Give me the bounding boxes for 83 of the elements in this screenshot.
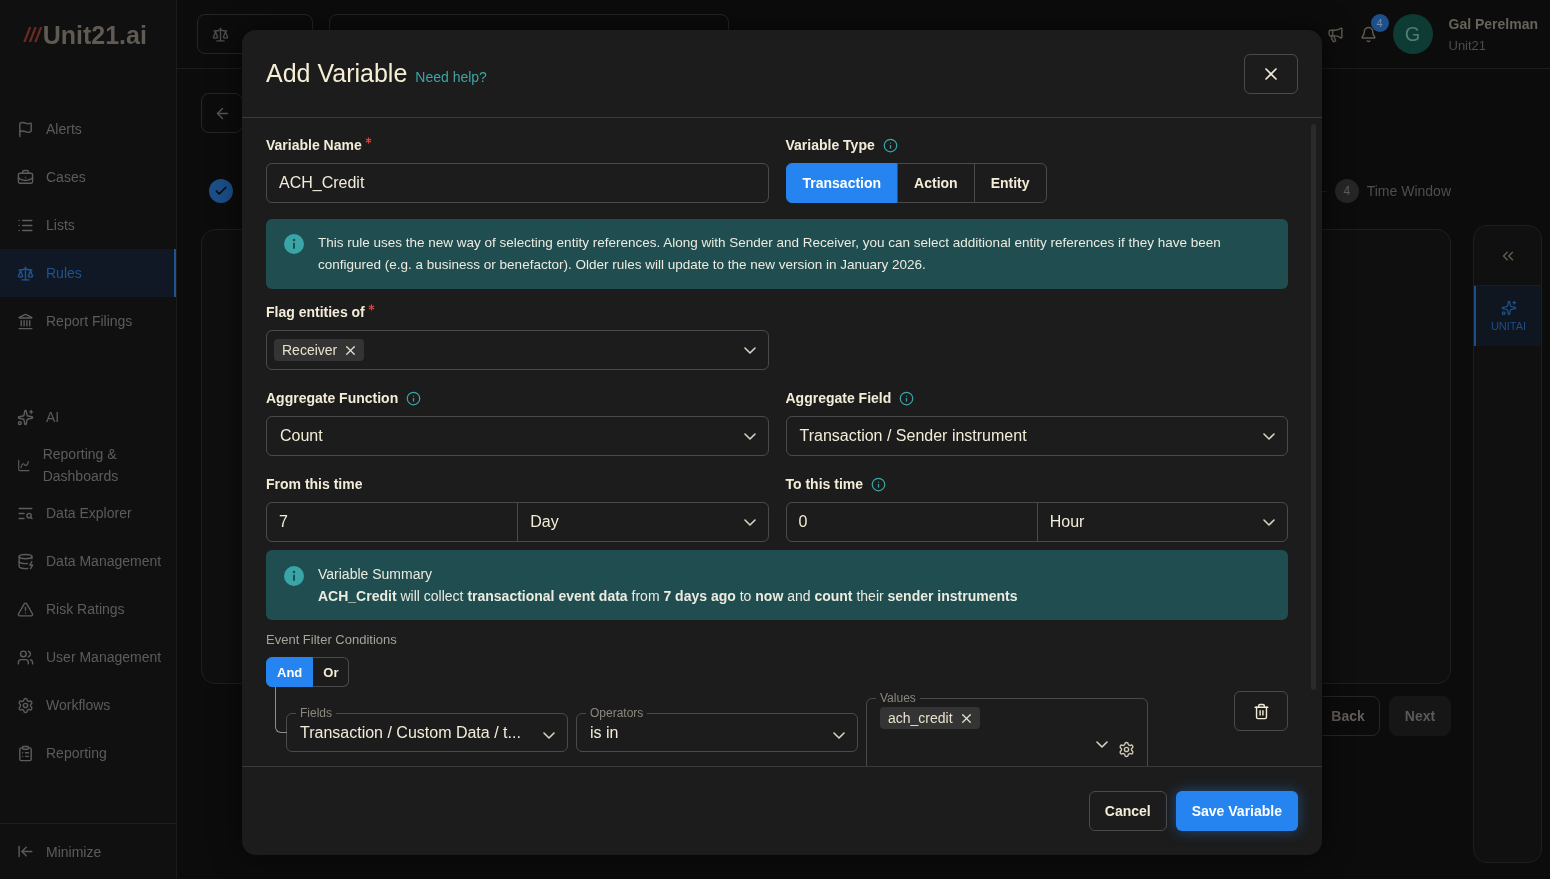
sidebar-item[interactable]: Rules: [0, 249, 176, 297]
database-icon: [17, 552, 34, 570]
flag-icon: [17, 120, 34, 138]
info-banner-text: This rule uses the new way of selecting entity references. Along with Sender and Receiver, you can select additional entity references if they have been configured (e.g. a business or benefactor). Older rules will update to the new version in January 2026.: [318, 234, 1222, 274]
megaphone-icon: [1326, 25, 1344, 43]
collapse-icon: [17, 843, 34, 860]
variable-name-field[interactable]: ACH_Credit: [266, 163, 769, 203]
cancel-button[interactable]: Cancel: [1088, 791, 1167, 831]
info-icon: [899, 390, 915, 406]
sparkles-icon: [1500, 300, 1517, 316]
sidebar-item[interactable]: Alerts: [0, 105, 176, 153]
notification-badge: 4: [1370, 13, 1389, 32]
bank-icon: [17, 312, 34, 330]
summary-title: Variable Summary: [318, 565, 434, 584]
bell-icon: [1359, 25, 1377, 43]
step-label: Time Window: [1366, 183, 1451, 199]
save-button[interactable]: Save Variable: [1175, 791, 1298, 831]
values-select[interactable]: Values ach_credit: [866, 691, 1148, 766]
scale-icon: [17, 264, 34, 282]
logo-mark: ///: [24, 23, 41, 47]
field-label: From this time: [266, 476, 363, 492]
chevron-down-icon: [1096, 741, 1108, 748]
chevron-down-icon: [833, 732, 845, 739]
info-icon: [406, 390, 422, 406]
info-icon: [284, 566, 304, 586]
assistant-tab[interactable]: UNITAI: [1474, 286, 1541, 346]
section-label: Event Filter Conditions: [266, 632, 398, 647]
type-option[interactable]: Action: [897, 163, 975, 203]
info-icon: [882, 137, 898, 153]
settings-icon: [1118, 741, 1135, 758]
sidebar-item[interactable]: AI: [0, 393, 176, 441]
sidebar-item[interactable]: Reporting & Dashboards: [0, 441, 176, 489]
dialog-title: Add Variable: [266, 59, 408, 88]
sparkles-icon: [17, 408, 34, 426]
scale-icon: [212, 25, 229, 43]
type-option[interactable]: Entity: [973, 163, 1047, 203]
field-label: Aggregate Function: [266, 390, 399, 406]
avatar[interactable]: G: [1392, 14, 1433, 54]
users-icon: [17, 648, 34, 666]
chevron-down-icon: [743, 432, 756, 440]
delete-button[interactable]: [1234, 691, 1288, 731]
sidebar-item[interactable]: Risk Ratings: [0, 585, 176, 633]
fields-select[interactable]: Fields Transaction / Custom Data / t...: [286, 706, 568, 752]
field-label: Flag entities of: [266, 304, 365, 320]
chevron-down-icon: [1263, 432, 1275, 440]
sidebar-item[interactable]: Lists: [0, 201, 176, 249]
close-button[interactable]: [1244, 53, 1298, 94]
entity-tag: Receiver: [274, 339, 365, 361]
chevron-down-icon: [543, 732, 555, 739]
aggregate-field-select[interactable]: Transaction / Sender instrument: [785, 416, 1288, 456]
sidebar-item[interactable]: Data Explorer: [0, 489, 176, 537]
field-label: Aggregate Field: [785, 390, 892, 406]
operators-select[interactable]: Operators is in: [576, 706, 858, 752]
field-label: To this time: [785, 476, 864, 492]
sidebar-item[interactable]: Data Management: [0, 537, 176, 585]
sidebar-item[interactable]: Cases: [0, 153, 176, 201]
sidebar-item[interactable]: Reporting: [0, 729, 176, 777]
connector-line: [275, 687, 287, 733]
user-org: Unit21: [1448, 37, 1488, 53]
field-label: Variable Type: [785, 137, 875, 153]
flag-entities-select[interactable]: Receiver: [266, 330, 769, 370]
gear-icon: [17, 696, 34, 714]
briefcase-icon: [17, 168, 34, 186]
sidebar-item[interactable]: User Management: [0, 633, 176, 681]
info-icon: [284, 234, 304, 254]
clipboard-icon: [17, 744, 34, 762]
field-label: Variable Name: [266, 137, 362, 153]
logic-toggle[interactable]: And: [266, 657, 314, 687]
sidebar-item[interactable]: Workflows: [0, 681, 176, 729]
info-icon: [871, 476, 887, 492]
minimize-button[interactable]: Minimize: [0, 823, 176, 879]
help-link[interactable]: Need help?: [415, 68, 487, 85]
logo: Unit21.ai: [42, 20, 147, 50]
sidebar-item[interactable]: Report Filings: [0, 297, 176, 345]
chevron-down-icon: [743, 346, 756, 354]
summary-text: ACH_Credit will collect transactional event data from 7 days ago to now and count their sender instruments: [318, 587, 1018, 606]
warning-icon: [17, 600, 34, 618]
type-option[interactable]: Transaction: [785, 163, 899, 203]
value-tag: ach_credit: [880, 707, 980, 729]
aggregate-function-select[interactable]: Count: [266, 416, 769, 456]
trash-icon: [1252, 702, 1270, 720]
user-name: Gal Perelman: [1448, 15, 1538, 32]
logic-toggle[interactable]: Or: [313, 657, 350, 687]
